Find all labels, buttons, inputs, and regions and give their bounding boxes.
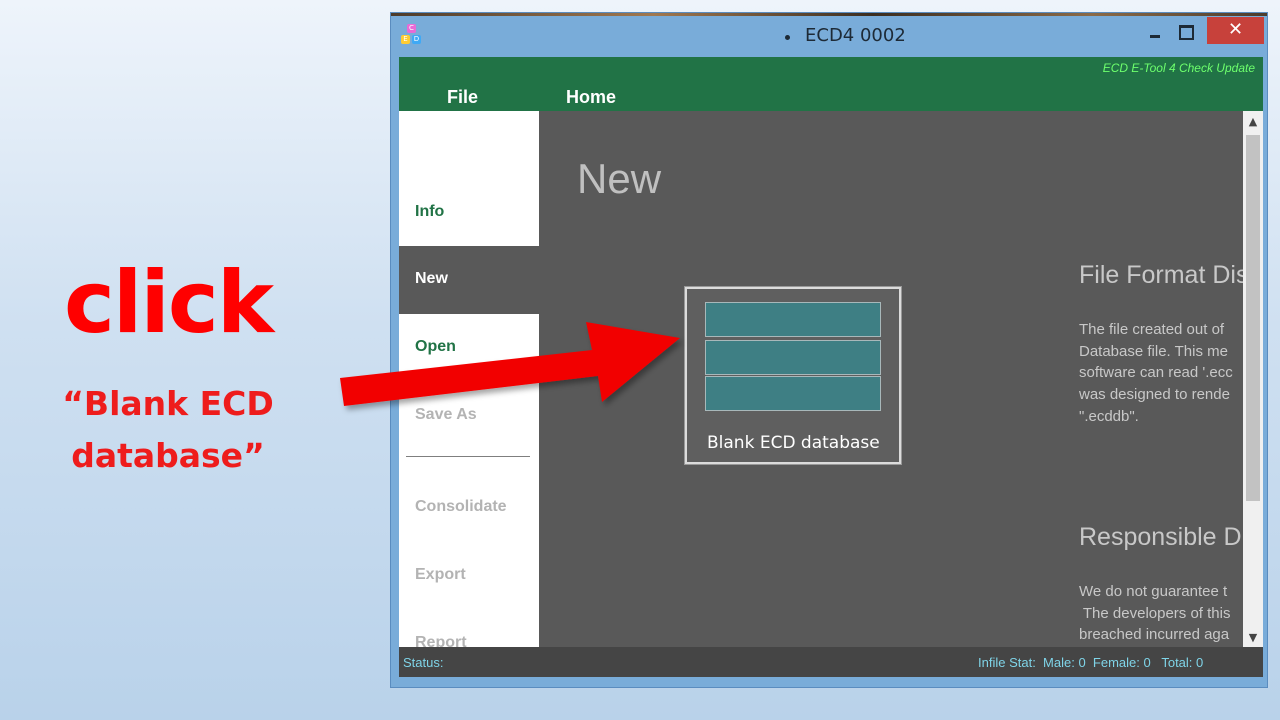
sidebar-item-consolidate[interactable]: Consolidate bbox=[399, 474, 539, 542]
app-logo-icon: C E D bbox=[401, 24, 423, 46]
responsible-heading: Responsible D bbox=[1079, 523, 1242, 551]
scroll-down-icon[interactable]: ▼ bbox=[1243, 629, 1263, 647]
vertical-scrollbar[interactable]: ▲ ▼ bbox=[1243, 111, 1263, 647]
male-count: Male: 0 bbox=[1043, 655, 1086, 670]
sidebar-item-label: Consolidate bbox=[415, 498, 507, 515]
template-preview-row bbox=[705, 302, 881, 337]
close-button[interactable]: ✕ bbox=[1207, 17, 1264, 44]
ribbon: ECD E-Tool 4 Check Update File Home bbox=[399, 57, 1263, 111]
sidebar-divider bbox=[406, 456, 530, 457]
sidebar-item-new[interactable]: New bbox=[399, 246, 539, 314]
file-format-line: Database file. This me bbox=[1079, 342, 1228, 360]
status-label: Status: bbox=[403, 655, 444, 670]
female-count: Female: 0 bbox=[1092, 655, 1151, 670]
file-format-line: was designed to rende bbox=[1079, 386, 1230, 404]
blank-ecd-database-template[interactable]: Blank ECD database bbox=[684, 286, 902, 465]
page-title: New bbox=[577, 155, 662, 202]
responsible-line: The developers of this bbox=[1079, 604, 1231, 622]
annotation-caption-line1: “Blank ECD bbox=[62, 384, 274, 423]
template-preview-row bbox=[705, 376, 881, 411]
check-update-link[interactable]: ECD E-Tool 4 Check Update bbox=[1103, 61, 1255, 75]
sidebar-item-info[interactable]: Info bbox=[399, 176, 539, 244]
sidebar-item-label: Info bbox=[415, 203, 445, 220]
sidebar-item-label: Export bbox=[415, 566, 466, 583]
file-format-line: The file created out of bbox=[1079, 321, 1225, 338]
scroll-thumb[interactable] bbox=[1246, 135, 1260, 501]
file-format-line: ".ecddb". bbox=[1079, 407, 1139, 425]
template-label: Blank ECD database bbox=[707, 433, 880, 453]
template-preview-row bbox=[705, 340, 881, 375]
file-format-line: software can read '.ecc bbox=[1079, 364, 1233, 382]
responsible-line: breached incurred aga bbox=[1079, 626, 1230, 644]
infile-stats: Infile Stat: Male: 0 Female: 0 Total: 0 bbox=[978, 655, 1203, 670]
infile-stat-label: Infile Stat: bbox=[978, 655, 1036, 670]
annotation-caption: “Blank ECD database” bbox=[52, 378, 284, 482]
total-count: Total: 0 bbox=[1161, 655, 1204, 670]
sidebar-item-export[interactable]: Export bbox=[399, 542, 539, 610]
status-bar: Status: Infile Stat: Male: 0 Female: 0 T… bbox=[399, 647, 1263, 677]
window-title: ECD4 0002 bbox=[805, 25, 906, 46]
annotation-caption-line2: database” bbox=[71, 436, 265, 475]
home-menu-tab[interactable]: Home bbox=[566, 87, 616, 108]
responsible-text: We do not guarantee t The developers of … bbox=[1079, 581, 1243, 646]
annotation-headline: click bbox=[63, 253, 274, 353]
file-format-heading: File Format Dis bbox=[1079, 261, 1243, 289]
sidebar-item-label: New bbox=[415, 270, 448, 287]
title-bar[interactable]: C E D ECD4 0002 ✕ bbox=[391, 13, 1267, 55]
scroll-up-icon[interactable]: ▲ bbox=[1243, 113, 1263, 131]
responsible-line: We do not guarantee t bbox=[1079, 583, 1228, 600]
file-menu-tab[interactable]: File bbox=[447, 87, 478, 108]
maximize-button[interactable] bbox=[1171, 17, 1199, 44]
minimize-button[interactable] bbox=[1141, 17, 1169, 44]
unsaved-dot bbox=[785, 35, 790, 40]
pointer-arrow-icon bbox=[340, 322, 680, 406]
file-format-text: The file created out of Database file. T… bbox=[1079, 319, 1243, 428]
